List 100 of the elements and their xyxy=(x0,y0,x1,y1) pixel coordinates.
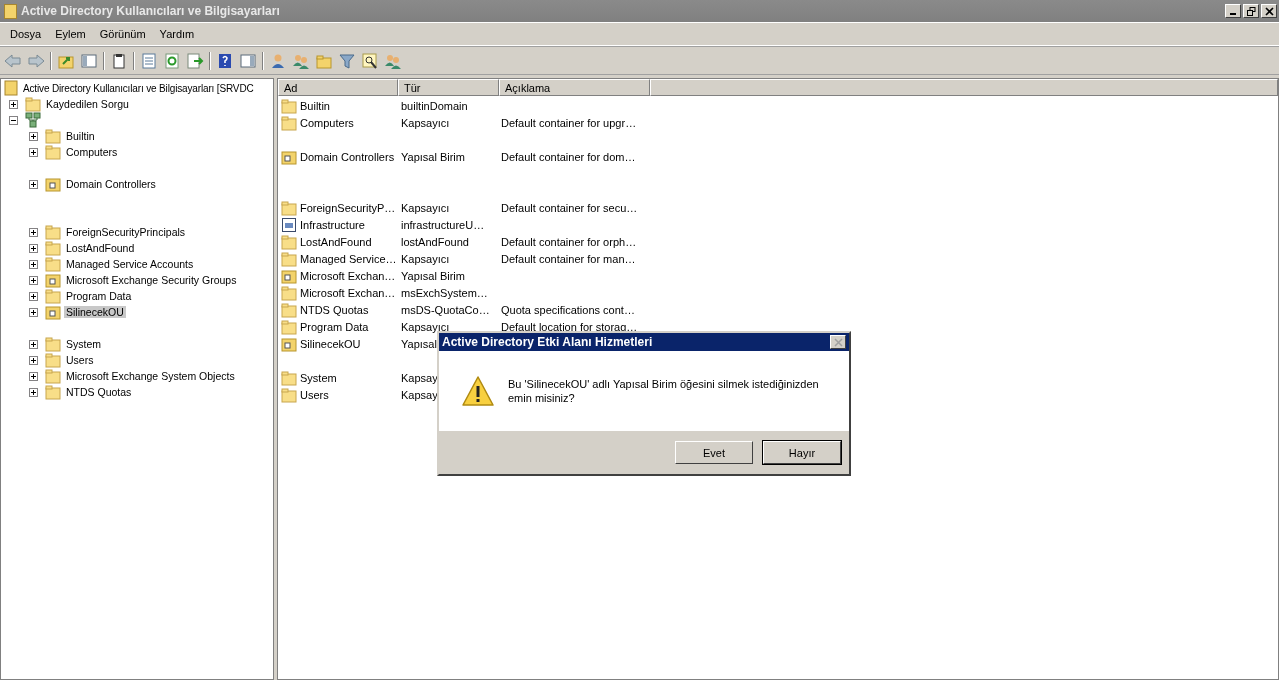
expand-icon[interactable] xyxy=(29,371,38,381)
filter-icon[interactable] xyxy=(338,52,356,70)
minimize-button[interactable] xyxy=(1225,4,1241,18)
folder-icon xyxy=(281,97,297,114)
folder-icon xyxy=(281,369,297,386)
type-cell: Yapısal Birim xyxy=(401,150,465,163)
help-icon[interactable] xyxy=(216,52,234,70)
tree-item[interactable]: Builtin xyxy=(64,130,97,142)
expand-icon[interactable] xyxy=(29,307,38,317)
folder-icon xyxy=(45,224,61,240)
tree-item[interactable]: ForeignSecurityPrincipals xyxy=(64,226,188,238)
expand-icon[interactable] xyxy=(29,131,38,141)
dialog-message: Bu 'SilinecekOU' adlı Yapısal Birim öğesini silmek istediğinizden emin misiniz? xyxy=(508,377,820,405)
type-cell: Kapsay xyxy=(401,371,438,384)
tree-item[interactable]: Domain Controllers xyxy=(64,178,158,190)
tree-item[interactable]: Kaydedilen Sorgu xyxy=(44,98,131,110)
expand-icon[interactable] xyxy=(29,355,38,365)
column-header[interactable]: Ad xyxy=(278,79,398,96)
name-cell[interactable]: Domain Controllers xyxy=(300,150,395,163)
name-cell[interactable]: Microsoft Exchan… xyxy=(300,286,396,299)
folder-icon xyxy=(281,199,297,216)
folder-icon xyxy=(281,233,297,250)
name-cell[interactable]: Builtin xyxy=(300,99,330,112)
tree-item[interactable]: LostAndFound xyxy=(64,242,137,254)
menu-item[interactable]: Eylem xyxy=(48,28,93,40)
folder-icon xyxy=(45,256,61,272)
folder-icon xyxy=(45,304,61,320)
folder-icon xyxy=(45,352,61,368)
type-cell: Kapsayıcı xyxy=(401,116,450,129)
folder-icon xyxy=(45,272,61,288)
tree-item[interactable]: Users xyxy=(64,354,96,366)
type-cell: Kapsay xyxy=(401,388,438,401)
restore-button[interactable] xyxy=(1243,4,1259,18)
name-cell[interactable]: Infrastructure xyxy=(300,218,365,231)
tree-item[interactable]: Program Data xyxy=(64,290,134,302)
folder-icon xyxy=(25,96,41,112)
folder-icon xyxy=(45,144,61,160)
menu-item[interactable]: Dosya xyxy=(3,28,49,40)
name-cell[interactable]: LostAndFound xyxy=(300,235,372,248)
tree-item[interactable]: Microsoft Exchange System Objects xyxy=(64,370,237,382)
app-icon xyxy=(4,3,17,19)
folder-icon xyxy=(281,386,297,403)
clipboard-icon[interactable] xyxy=(110,52,128,70)
collapse-icon[interactable] xyxy=(9,115,18,125)
expand-icon[interactable] xyxy=(29,227,38,237)
tree-item[interactable]: Managed Service Accounts xyxy=(64,258,196,270)
column-header[interactable]: Açıklama xyxy=(499,79,650,96)
column-header[interactable]: Tür xyxy=(398,79,499,96)
close-button[interactable] xyxy=(830,335,846,349)
type-cell: Kapsayıcı xyxy=(401,201,450,214)
description-cell: Default container for secu… xyxy=(501,201,638,214)
group-icon[interactable] xyxy=(384,52,402,70)
tree-item[interactable]: Microsoft Exchange Security Groups xyxy=(64,274,239,286)
type-cell: Yapısal Birim xyxy=(401,269,465,282)
name-cell[interactable]: NTDS Quotas xyxy=(300,303,369,316)
expand-icon[interactable] xyxy=(29,179,38,189)
close-button[interactable] xyxy=(1261,4,1277,18)
folder-icon xyxy=(281,114,297,131)
type-cell: infrastructureU… xyxy=(401,218,485,231)
expand-icon[interactable] xyxy=(29,387,38,397)
domain-icon[interactable] xyxy=(25,112,41,128)
console-tree-icon[interactable] xyxy=(80,52,98,70)
folder-icon xyxy=(45,176,61,192)
tree-item[interactable]: Active Directory Kullanıcıları ve Bilgisayarları [SRVDC xyxy=(22,82,255,94)
name-cell[interactable]: System xyxy=(300,371,337,384)
restore-icon xyxy=(1246,6,1256,16)
user-icon[interactable] xyxy=(269,52,287,70)
dialog-button[interactable]: Hayır xyxy=(763,441,841,464)
refresh-icon[interactable] xyxy=(163,52,181,70)
expand-icon[interactable] xyxy=(29,259,38,269)
expand-icon[interactable] xyxy=(29,243,38,253)
tree-item[interactable]: NTDS Quotas xyxy=(64,386,134,398)
panel-icon[interactable] xyxy=(239,52,257,70)
folder-icon xyxy=(281,267,297,284)
expand-icon[interactable] xyxy=(29,339,38,349)
tree-item[interactable]: SilinecekOU xyxy=(64,306,126,318)
name-cell[interactable]: Managed Service… xyxy=(300,252,397,265)
description-cell: Default container for dom… xyxy=(501,150,636,163)
close-icon xyxy=(833,337,843,347)
tree-item[interactable]: Computers xyxy=(64,146,120,158)
find-icon[interactable] xyxy=(361,52,379,70)
expand-icon[interactable] xyxy=(29,275,38,285)
name-cell[interactable]: Computers xyxy=(300,116,354,129)
name-cell[interactable]: Users xyxy=(300,388,329,401)
name-cell[interactable]: Microsoft Exchan… xyxy=(300,269,396,282)
expand-icon[interactable] xyxy=(29,147,38,157)
type-cell: lostAndFound xyxy=(401,235,469,248)
export-list-icon[interactable] xyxy=(186,52,204,70)
name-cell[interactable]: Program Data xyxy=(300,320,369,333)
name-cell[interactable]: ForeignSecurityP… xyxy=(300,201,396,214)
description-cell: Default container for man… xyxy=(501,252,636,265)
dialog-button[interactable]: Evet xyxy=(675,441,753,464)
warning-icon xyxy=(461,375,495,407)
menu-item[interactable]: Yardım xyxy=(152,28,202,40)
expand-icon[interactable] xyxy=(29,291,38,301)
menu-item[interactable]: Görünüm xyxy=(92,28,153,40)
name-cell[interactable]: SilinecekOU xyxy=(300,337,361,350)
tree-item[interactable]: System xyxy=(64,338,103,350)
group-icon[interactable] xyxy=(292,52,310,70)
expand-icon[interactable] xyxy=(9,99,18,109)
